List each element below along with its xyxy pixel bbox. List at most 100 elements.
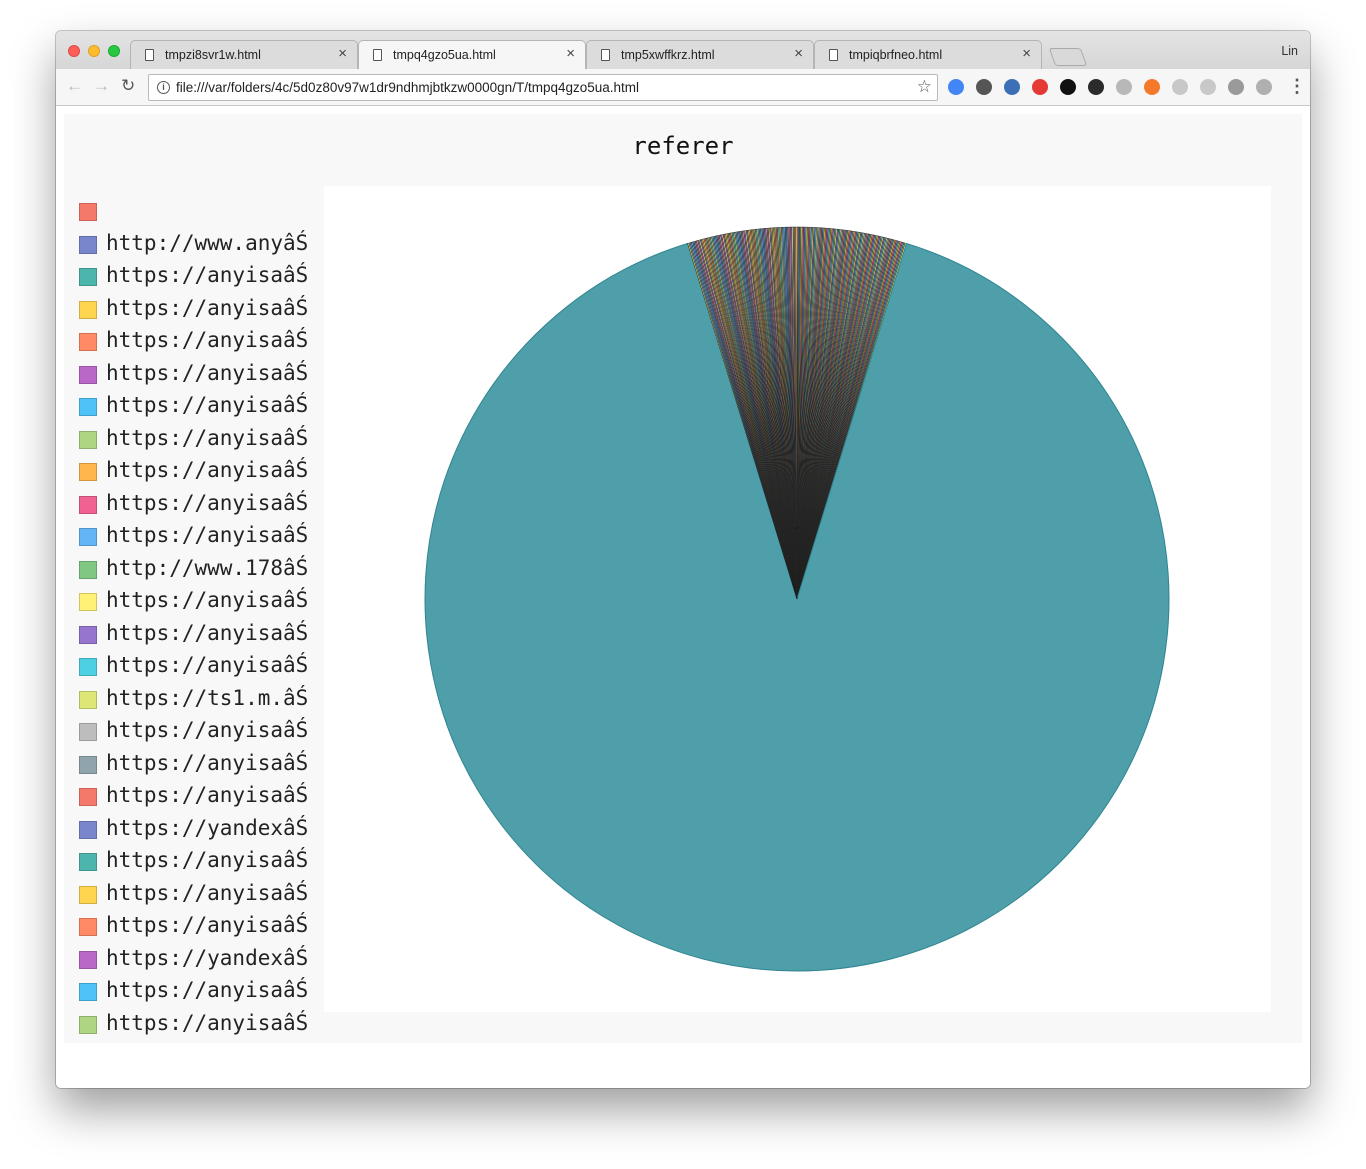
legend-swatch [79, 788, 97, 806]
chart-title: referer [632, 132, 734, 160]
legend-swatch [79, 918, 97, 936]
profile-name[interactable]: Lin [1281, 44, 1298, 58]
legend-swatch [79, 625, 97, 644]
extension-icon[interactable] [1032, 79, 1048, 95]
legend-item[interactable]: https://anyisaâŚ [79, 621, 324, 657]
legend-item[interactable]: https://anyisaâŚ [79, 523, 324, 559]
document-icon [829, 49, 838, 61]
close-window-button[interactable] [68, 45, 80, 57]
zoom-window-button[interactable] [108, 45, 120, 57]
tab-title: tmpq4gzo5ua.html [393, 48, 496, 62]
legend-swatch [79, 495, 97, 514]
extension-icon[interactable] [1116, 79, 1132, 95]
legend-swatch [79, 463, 97, 481]
plot-area [324, 186, 1271, 1012]
legend-item[interactable]: https://anyisaâŚ [79, 328, 324, 364]
extension-icon[interactable] [1060, 79, 1076, 95]
legend-item[interactable]: https://anyisaâŚ [79, 913, 324, 949]
legend-item[interactable]: https://anyisaâŚ [79, 263, 324, 299]
legend-item[interactable]: https://anyisaâŚ [79, 393, 324, 429]
tab-2-active[interactable]: tmpq4gzo5ua.html × [358, 40, 586, 69]
info-icon[interactable]: i [157, 81, 170, 94]
tab-close-icon[interactable]: × [1022, 45, 1031, 62]
extension-icon[interactable] [1144, 79, 1160, 95]
chart-legend: http://www.anyâŚ https://anyisaâŚ https://… [79, 202, 324, 1043]
legend-item[interactable]: https://anyisaâŚ [79, 426, 324, 462]
legend-label: https://anyisaâŚ [106, 328, 309, 352]
legend-item[interactable]: https://anyisaâŚ [79, 978, 324, 1014]
legend-item[interactable]: https://anyisaâŚ [79, 751, 324, 787]
forward-icon[interactable]: → [93, 77, 110, 94]
new-tab-button[interactable] [1048, 48, 1088, 66]
legend-item[interactable]: https://anyisaâŚ [79, 588, 324, 624]
legend-item[interactable]: https://anyisaâŚ [79, 458, 324, 494]
legend-label: https://anyisaâŚ [106, 263, 309, 287]
tab-1[interactable]: tmpzi8svr1w.html × [130, 40, 358, 69]
legend-swatch [79, 820, 97, 839]
tab-close-icon[interactable]: × [794, 45, 803, 62]
browser-toolbar: ← → ↻ i file:///var/folders/4c/5d0z80v97… [56, 69, 1310, 106]
legend-label: https://anyisaâŚ [106, 620, 309, 645]
legend-swatch [79, 950, 97, 969]
legend-item[interactable]: https://anyisaâŚ [79, 296, 324, 332]
legend-label: https://anyisaâŚ [106, 1010, 309, 1035]
legend-item[interactable]: https://yandexâŚ [79, 946, 324, 982]
extension-icon[interactable] [1004, 79, 1020, 95]
legend-item[interactable]: https://yandexâŚ [79, 816, 324, 852]
legend-label: http://www.178âŚ [106, 555, 309, 580]
address-bar-url[interactable]: file:///var/folders/4c/5d0z80v97w1dr9ndh… [176, 80, 639, 95]
legend-label: https://anyisaâŚ [106, 490, 309, 515]
pie-chart [424, 226, 1170, 972]
menu-kebab-icon[interactable]: ⋮ [1288, 76, 1306, 97]
tab-close-icon[interactable]: × [338, 45, 347, 62]
document-icon [601, 49, 610, 61]
legend-label: https://ts1.m.âŚ [106, 685, 309, 710]
legend-swatch [79, 235, 97, 254]
legend-item[interactable]: https://anyisaâŚ [79, 1011, 324, 1044]
legend-label: https://anyisaâŚ [106, 880, 309, 905]
legend-label: https://anyisaâŚ [106, 458, 309, 482]
extension-icon[interactable] [948, 79, 964, 95]
legend-item[interactable]: https://anyisaâŚ [79, 491, 324, 527]
legend-item[interactable]: http://www.178âŚ [79, 556, 324, 592]
tab-close-icon[interactable]: × [566, 45, 575, 62]
legend-label: https://yandexâŚ [106, 945, 309, 970]
legend-item[interactable]: https://anyisaâŚ [79, 718, 324, 754]
tab-title: tmp5xwffkrz.html [621, 48, 715, 62]
extension-icon[interactable] [1256, 79, 1272, 95]
legend-swatch [79, 333, 97, 351]
legend-label: https://anyisaâŚ [106, 718, 309, 742]
legend-label: https://anyisaâŚ [106, 588, 309, 612]
extension-icon[interactable] [1172, 79, 1188, 95]
legend-swatch [79, 755, 97, 774]
legend-label: http://www.anyâŚ [106, 230, 309, 255]
legend-item[interactable]: https://anyisaâŚ [79, 881, 324, 917]
extension-icon[interactable] [1200, 79, 1216, 95]
legend-item[interactable]: https://anyisaâŚ [79, 783, 324, 819]
back-icon[interactable]: ← [66, 77, 83, 94]
extension-icon[interactable] [1228, 79, 1244, 95]
legend-item[interactable] [79, 202, 324, 234]
legend-label: https://anyisaâŚ [106, 653, 309, 677]
legend-item[interactable]: https://ts1.m.âŚ [79, 686, 324, 722]
legend-swatch [79, 398, 97, 416]
legend-item[interactable]: https://anyisaâŚ [79, 653, 324, 689]
legend-label: https://yandexâŚ [106, 815, 309, 840]
minimize-window-button[interactable] [88, 45, 100, 57]
legend-label: https://anyisaâŚ [106, 360, 309, 385]
legend-swatch [79, 658, 97, 676]
legend-item[interactable]: http://www.anyâŚ [79, 231, 324, 267]
legend-swatch [79, 365, 97, 384]
address-bar[interactable]: i file:///var/folders/4c/5d0z80v97w1dr9n… [148, 74, 938, 101]
legend-item[interactable]: https://anyisaâŚ [79, 361, 324, 397]
reload-icon[interactable]: ↻ [121, 77, 135, 94]
tab-3[interactable]: tmp5xwffkrz.html × [586, 40, 814, 69]
tab-title: tmpiqbrfneo.html [849, 48, 943, 62]
bookmark-star-icon[interactable]: ☆ [917, 77, 932, 97]
legend-item[interactable]: https://anyisaâŚ [79, 848, 324, 884]
extension-icon[interactable] [1088, 79, 1104, 95]
chart-panel: referer http://www.anyâŚ https://anyisaâŚ… [64, 114, 1302, 1043]
legend-swatch [79, 560, 97, 579]
extension-icon[interactable] [976, 79, 992, 95]
tab-4[interactable]: tmpiqbrfneo.html × [814, 40, 1042, 69]
